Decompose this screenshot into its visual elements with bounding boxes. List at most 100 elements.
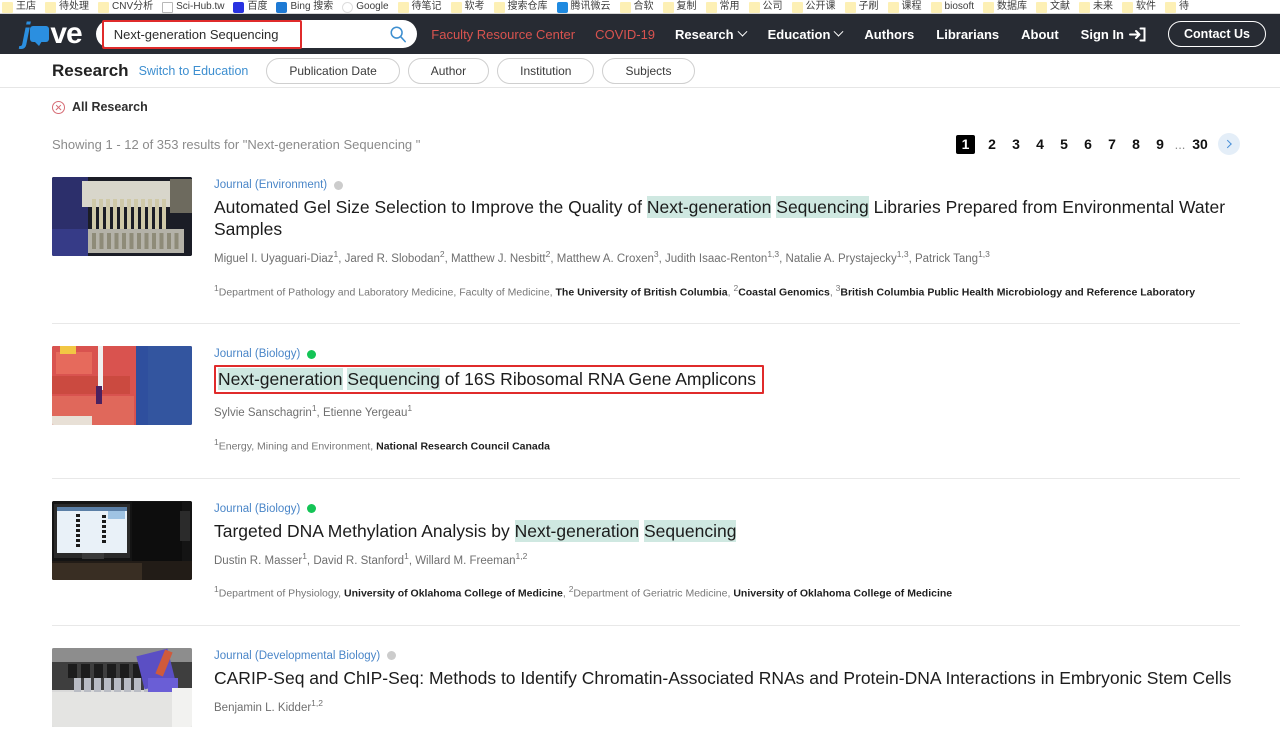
bookmark-item[interactable]: 未来 xyxy=(1079,1,1113,13)
nav-covid-19[interactable]: COVID-19 xyxy=(595,27,655,42)
bookmark-label: 合软 xyxy=(633,1,654,12)
author-affiliation-marker: 1,3 xyxy=(978,249,990,259)
bookmark-item[interactable]: Bing 搜索 xyxy=(276,1,333,13)
author-name: Etienne Yergeau xyxy=(322,407,408,420)
bookmark-item[interactable]: 待笔记 xyxy=(397,1,442,13)
folder-icon xyxy=(397,1,409,13)
search-icon[interactable] xyxy=(389,25,407,43)
bookmark-item[interactable]: 百度 xyxy=(233,1,267,13)
nav-education-label: Education xyxy=(767,26,831,42)
result-category[interactable]: Journal (Developmental Biology) xyxy=(214,650,1240,662)
bookmark-item[interactable]: 常用 xyxy=(705,1,740,13)
nav-research[interactable]: Research xyxy=(675,26,748,42)
filter-subjects[interactable]: Subjects xyxy=(602,57,695,84)
result-thumbnail[interactable] xyxy=(52,647,192,727)
results-summary-row: Showing 1 - 12 of 353 results for "Next-… xyxy=(52,133,1240,155)
browser-bookmarks-bar: 王店 待处理 CNV分析 Sci-Hub.tw 百度 Bing 搜索 Google 待笔记 软考… xyxy=(0,0,1280,14)
bookmark-item[interactable]: 子刷 xyxy=(844,1,879,13)
result-thumbnail[interactable] xyxy=(52,346,192,426)
affiliation-marker: 1 xyxy=(214,437,219,448)
result-body: Journal (Developmental Biology) CARIP-Seq… xyxy=(214,648,1240,730)
pagination: 1 2 3 4 5 6 7 8 9... 30 xyxy=(956,133,1240,155)
folder-icon xyxy=(887,1,899,13)
result-category[interactable]: Journal (Biology) xyxy=(214,348,1240,360)
result-thumbnail[interactable] xyxy=(52,177,192,256)
result-thumbnail[interactable] xyxy=(52,500,192,580)
folder-icon xyxy=(1122,1,1133,13)
page-8-button[interactable]: 8 xyxy=(1124,136,1148,152)
author-affiliation-marker: 3 xyxy=(653,249,659,259)
result-category[interactable]: Journal (Biology) xyxy=(214,503,1240,515)
nav-authors[interactable]: Authors xyxy=(864,27,914,42)
bookmark-item[interactable]: 王店 xyxy=(2,1,36,13)
all-research-filter-tag[interactable]: All Research xyxy=(52,100,1240,114)
jove-logo[interactable]: j ve xyxy=(22,17,83,50)
filter-institution[interactable]: Institution xyxy=(497,57,595,84)
page-6-button[interactable]: 6 xyxy=(1076,136,1100,152)
page-4-button[interactable]: 4 xyxy=(1028,136,1052,152)
result-title[interactable]: CARIP-Seq and ChIP-Seq: Methods to Ident… xyxy=(214,668,1231,688)
bookmark-item[interactable]: 公司 xyxy=(748,1,783,13)
bookmark-item[interactable]: 待 xyxy=(1165,1,1189,13)
main-content: All Research Showing 1 - 12 of 353 resul… xyxy=(0,100,1280,731)
page-3-button[interactable]: 3 xyxy=(1004,136,1028,152)
bookmark-item[interactable]: biosoft xyxy=(930,1,974,13)
bookmark-item[interactable]: 合软 xyxy=(619,1,654,13)
search-box[interactable] xyxy=(95,20,418,49)
bookmark-item[interactable]: CNV分析 xyxy=(98,1,153,13)
bookmark-item[interactable]: 软件 xyxy=(1122,1,1156,13)
contact-us-button[interactable]: Contact Us xyxy=(1168,21,1266,47)
result-category[interactable]: Journal (Environment) xyxy=(214,179,1240,191)
bookmark-item[interactable]: 文献 xyxy=(1036,1,1070,13)
bookmark-item[interactable]: 待处理 xyxy=(45,1,89,13)
page-last-button[interactable]: 30 xyxy=(1188,136,1212,152)
author-name: Matthew A. Croxen xyxy=(556,252,654,265)
author-name: Jared R. Slobodan xyxy=(344,252,440,265)
nav-about[interactable]: About xyxy=(1021,27,1059,42)
title-text: CARIP-Seq and ChIP-Seq: Methods to Ident… xyxy=(214,667,1232,688)
filter-publication-date[interactable]: Publication Date xyxy=(266,57,400,84)
qq-icon xyxy=(556,1,568,13)
result-authors: Sylvie Sanschagrin1, Etienne Yergeau1 xyxy=(214,403,413,420)
close-icon[interactable] xyxy=(52,100,65,114)
search-input[interactable] xyxy=(111,26,390,42)
filter-author[interactable]: Author xyxy=(407,57,490,84)
switch-to-education-link[interactable]: Switch to Education xyxy=(139,64,249,78)
result-title[interactable]: Automated Gel Size Selection to Improve … xyxy=(214,196,1225,239)
bookmark-label: Bing 搜索 xyxy=(290,1,334,12)
page-9-button[interactable]: 9 xyxy=(1148,136,1172,152)
bookmark-label: 公开课 xyxy=(805,1,836,12)
bookmark-item[interactable]: 复制 xyxy=(662,1,697,13)
page-7-button[interactable]: 7 xyxy=(1100,136,1124,152)
bookmark-item[interactable]: 搜索仓库 xyxy=(493,1,548,13)
affiliation-marker: 1 xyxy=(214,584,219,595)
author-name: Judith Isaac-Renton xyxy=(665,252,768,265)
logo-letters-ve: ve xyxy=(50,17,82,50)
affiliation-marker: 2 xyxy=(568,584,574,595)
result-title[interactable]: Next-generation Sequencing of 16S Riboso… xyxy=(218,368,756,391)
result-category-label: Journal (Environment) xyxy=(214,179,328,191)
bookmark-item[interactable]: 数据库 xyxy=(983,1,1027,13)
result-title[interactable]: Targeted DNA Methylation Analysis by Nex… xyxy=(214,519,737,542)
nav-education[interactable]: Education xyxy=(767,26,844,42)
page-1-button[interactable]: 1 xyxy=(956,134,975,154)
bookmark-item[interactable]: 腾讯微云 xyxy=(556,1,611,13)
nav-faculty-resource-center[interactable]: Faculty Resource Center xyxy=(431,27,575,42)
bookmark-item[interactable]: Sci-Hub.tw xyxy=(162,1,224,13)
bookmark-label: 软考 xyxy=(464,1,485,12)
result-card: Journal (Environment) Automated Gel Size … xyxy=(52,155,1240,325)
bookmark-item[interactable]: 公开课 xyxy=(791,1,836,13)
result-body: Journal (Environment) Automated Gel Size … xyxy=(214,177,1240,299)
pagination-next-icon[interactable] xyxy=(1218,133,1240,155)
page-5-button[interactable]: 5 xyxy=(1052,136,1076,152)
affiliation-institution: National Research Council Canada xyxy=(376,440,551,453)
page-2-button[interactable]: 2 xyxy=(980,136,1004,152)
nav-librarians[interactable]: Librarians xyxy=(936,27,999,42)
result-affiliations: 1Energy, Mining and Environment, Nationa… xyxy=(214,437,551,453)
bookmark-item[interactable]: 课程 xyxy=(887,1,922,13)
affiliation-institution: Coastal Genomics xyxy=(738,286,830,299)
bookmark-item[interactable]: 软考 xyxy=(450,1,485,13)
bookmark-item[interactable]: Google xyxy=(342,1,389,13)
folder-icon xyxy=(619,1,631,13)
sign-in-button[interactable]: Sign In xyxy=(1081,27,1146,42)
